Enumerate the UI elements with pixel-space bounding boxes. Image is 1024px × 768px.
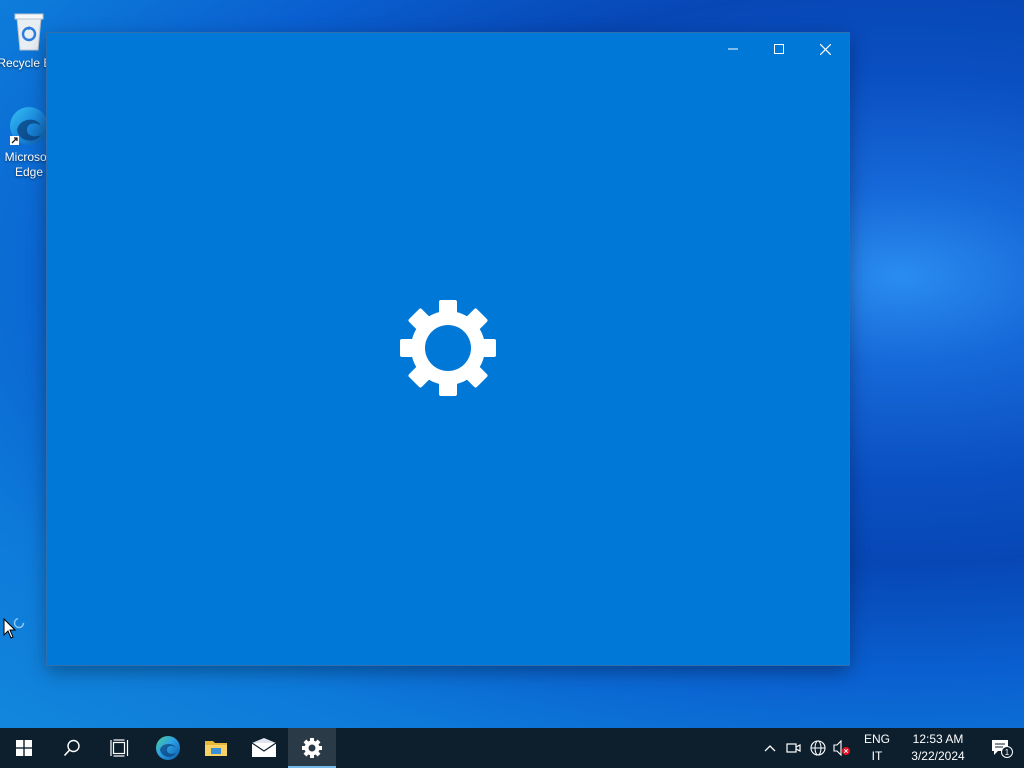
clock-date: 3/22/2024 xyxy=(911,749,965,763)
notification-icon: 1 xyxy=(992,740,1013,758)
search-button[interactable] xyxy=(48,728,96,768)
language-code: ENG xyxy=(863,732,890,746)
taskbar-edge-button[interactable] xyxy=(144,728,192,768)
gear-icon xyxy=(302,738,322,758)
file-explorer-button[interactable] xyxy=(192,728,240,768)
busy-cursor-icon xyxy=(3,618,25,639)
recycle-bin-icon xyxy=(14,13,44,51)
meet-now-icon xyxy=(786,743,801,753)
action-center-button[interactable]: 1 xyxy=(980,728,1024,768)
mail-icon xyxy=(251,738,277,757)
search-icon xyxy=(63,739,80,757)
minimize-button[interactable] xyxy=(710,33,756,65)
close-icon xyxy=(819,43,831,55)
taskbar: ENG IT 12:53 AM 3/22/2024 1 xyxy=(0,728,1024,768)
network-button[interactable] xyxy=(806,728,830,768)
globe-icon xyxy=(810,740,826,756)
start-button[interactable] xyxy=(0,728,48,768)
edge-icon xyxy=(156,736,180,760)
meet-now-button[interactable] xyxy=(782,728,806,768)
task-view-icon xyxy=(110,739,129,757)
windows-logo-icon xyxy=(16,740,32,756)
notification-count: 1 xyxy=(1005,748,1010,757)
maximize-button[interactable] xyxy=(756,33,802,65)
chevron-up-icon xyxy=(764,745,776,752)
volume-button[interactable] xyxy=(830,728,854,768)
keyboard-layout: IT xyxy=(871,749,883,763)
edge-icon xyxy=(10,107,48,145)
task-view-button[interactable] xyxy=(96,728,144,768)
gear-icon xyxy=(400,300,496,396)
speaker-muted-icon xyxy=(833,740,850,756)
system-tray: ENG IT 12:53 AM 3/22/2024 1 xyxy=(758,728,1024,768)
settings-window[interactable] xyxy=(47,33,849,665)
input-language-indicator[interactable]: ENG IT xyxy=(860,731,894,765)
settings-taskbar-button[interactable] xyxy=(288,728,336,768)
minimize-icon xyxy=(728,48,738,50)
close-button[interactable] xyxy=(802,33,848,65)
show-hidden-icons-button[interactable] xyxy=(758,728,782,768)
maximize-icon xyxy=(774,44,784,54)
clock[interactable]: 12:53 AM 3/22/2024 xyxy=(898,731,978,765)
folder-icon xyxy=(205,741,227,756)
mail-button[interactable] xyxy=(240,728,288,768)
clock-time: 12:53 AM xyxy=(912,732,964,746)
desktop: Recycle Bin Microsoft Edge xyxy=(0,0,1024,728)
